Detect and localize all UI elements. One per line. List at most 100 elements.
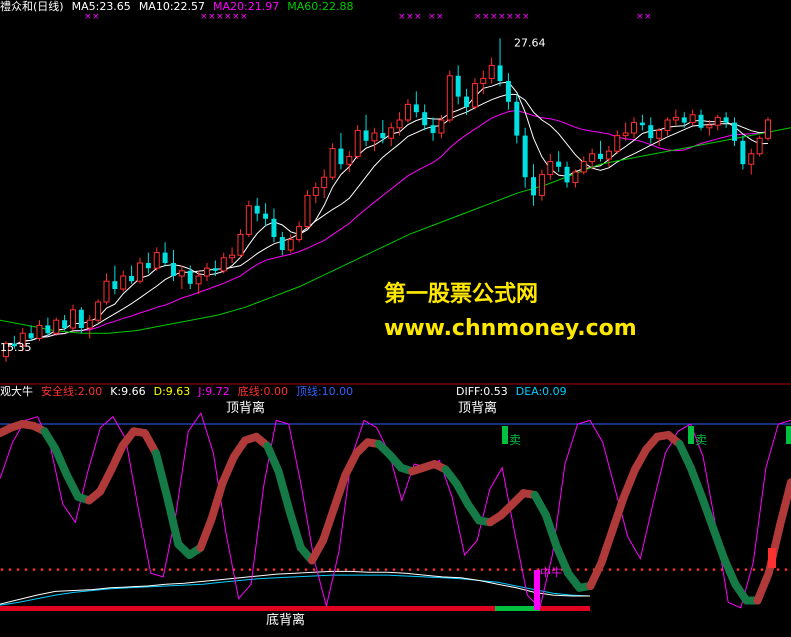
candle-body-up bbox=[480, 77, 487, 85]
signal-marker: × bbox=[474, 12, 482, 22]
candle-body-up bbox=[538, 174, 545, 196]
safety-line-dot bbox=[128, 568, 132, 571]
candle-body-down bbox=[639, 122, 645, 126]
signal-marker: × bbox=[490, 12, 498, 22]
candle-body-down bbox=[187, 270, 193, 284]
candle-body-up bbox=[36, 324, 43, 339]
safety-line-dot bbox=[112, 568, 116, 571]
candle-body-down bbox=[422, 112, 428, 126]
safety-line-dot bbox=[280, 568, 284, 571]
candle-body-up bbox=[136, 262, 143, 282]
candle-body-down bbox=[263, 213, 269, 219]
safety-line-dot bbox=[40, 568, 44, 571]
sell-marker-3 bbox=[786, 426, 791, 444]
safety-line-dot bbox=[192, 568, 196, 571]
safety-line-dot bbox=[32, 568, 36, 571]
signal-marker: × bbox=[506, 12, 514, 22]
safety-line-dot bbox=[144, 568, 148, 571]
signal-marker: × bbox=[200, 12, 208, 22]
kd-main-segment bbox=[319, 503, 339, 545]
candle-body-up bbox=[396, 119, 403, 129]
candle-body-down bbox=[531, 177, 537, 196]
safety-line-dot bbox=[272, 568, 276, 571]
kd-main-segment bbox=[285, 507, 305, 552]
candle-body-down bbox=[564, 166, 570, 183]
kd-main-segment bbox=[753, 569, 773, 605]
candle-body-up bbox=[229, 254, 236, 259]
candle-body-down bbox=[254, 205, 260, 214]
candle-body-down bbox=[380, 133, 386, 139]
signal-marker: × bbox=[216, 12, 224, 22]
candle-body-down bbox=[338, 148, 344, 165]
candle-body-up bbox=[614, 135, 621, 152]
candle-body-up bbox=[304, 194, 311, 228]
candle-body-up bbox=[103, 280, 110, 303]
signal-marker: × bbox=[482, 12, 490, 22]
ma20-line bbox=[5, 109, 769, 346]
safety-line-dot bbox=[320, 568, 324, 571]
signal-marker: × bbox=[398, 12, 406, 22]
candle-body-up bbox=[672, 116, 679, 121]
kd-main-segment bbox=[597, 525, 617, 567]
safety-line-dot bbox=[584, 568, 588, 571]
candle-body-down bbox=[413, 104, 419, 113]
candle-body-up bbox=[287, 239, 294, 251]
signal-marker: × bbox=[428, 12, 436, 22]
safety-line-dot bbox=[432, 568, 436, 571]
candle-body-up bbox=[296, 226, 303, 241]
candle-body-down bbox=[279, 237, 285, 250]
kd-main-segment bbox=[541, 511, 562, 552]
candle-body-up bbox=[69, 309, 76, 329]
candle-body-up bbox=[220, 257, 227, 272]
safety-line-dot bbox=[456, 568, 460, 571]
candle-body-up bbox=[195, 275, 202, 285]
safety-line-dot bbox=[296, 568, 300, 571]
candle-body-down bbox=[363, 130, 369, 141]
safety-line-dot bbox=[392, 568, 396, 571]
safety-line-dot bbox=[88, 568, 92, 571]
safety-line-dot bbox=[504, 568, 508, 571]
candle-body-up bbox=[404, 103, 411, 121]
candle-body-down bbox=[598, 153, 604, 159]
candle-body-up bbox=[631, 122, 638, 134]
candle-body-up bbox=[656, 129, 663, 139]
candle-body-down bbox=[28, 333, 34, 339]
safety-line-dot bbox=[480, 568, 484, 571]
kd-main-segment bbox=[263, 441, 283, 476]
candle-body-up bbox=[321, 176, 328, 189]
candle-body-down bbox=[212, 268, 218, 271]
candle-body-up bbox=[756, 137, 763, 155]
signal-marker: × bbox=[232, 12, 240, 22]
candle-body-down bbox=[455, 75, 461, 97]
safety-line-dot bbox=[176, 568, 180, 571]
candle-body-down bbox=[145, 263, 151, 269]
safety-line-dot bbox=[512, 568, 516, 571]
safety-line-dot bbox=[224, 568, 228, 571]
safety-line-dot bbox=[384, 568, 388, 571]
safety-line-dot bbox=[704, 568, 708, 571]
candle-body-up bbox=[438, 119, 445, 134]
safety-line-dot bbox=[16, 568, 20, 571]
candle-body-up bbox=[572, 171, 579, 183]
candle-body-down bbox=[497, 65, 503, 81]
safety-line-dot bbox=[336, 568, 340, 571]
candle-body-up bbox=[605, 150, 612, 160]
candle-body-down bbox=[681, 117, 687, 123]
safety-line-dot bbox=[744, 568, 748, 571]
safety-line-dot bbox=[104, 568, 108, 571]
signal-marker: × bbox=[636, 12, 644, 22]
safety-line-dot bbox=[344, 568, 348, 571]
safety-line-dot bbox=[672, 568, 676, 571]
candle-body-down bbox=[45, 325, 51, 334]
safety-line-dot bbox=[256, 568, 260, 571]
safety-line-dot bbox=[312, 568, 316, 571]
indicator-panel: 卖 卖中牛 顶背离 顶背离底背离 bbox=[0, 400, 791, 628]
top-divergence-label-1: 顶背离 bbox=[226, 400, 265, 416]
sell-marker-1-label: 卖 bbox=[509, 433, 521, 447]
safety-line-dot bbox=[496, 568, 500, 571]
candle-body-up bbox=[245, 205, 252, 235]
safety-line-dot bbox=[184, 568, 188, 571]
candle-body-up bbox=[203, 267, 210, 277]
candle-body-down bbox=[129, 276, 135, 282]
candle-body-up bbox=[714, 116, 721, 126]
